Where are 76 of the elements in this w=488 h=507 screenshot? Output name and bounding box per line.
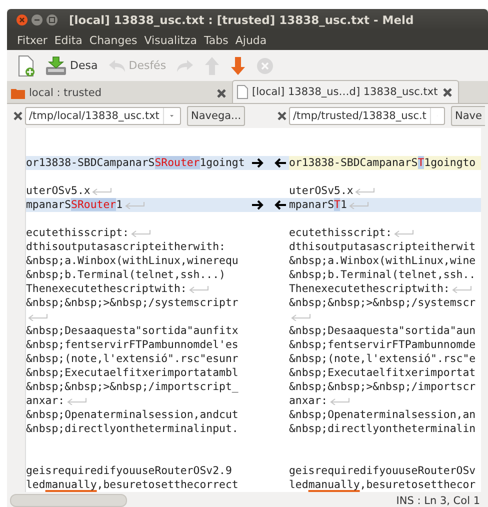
maximize-icon[interactable]: [46, 14, 58, 26]
tab-label: [local] 13838_us…d] 13838_usc.txt: [252, 86, 438, 98]
code-line: ecutethisscript:: [26, 226, 129, 240]
code-line: &nbsp;(note,l'extensió".rsc"e: [289, 352, 476, 366]
code-line: &nbsp;Openaterminalsession,andcut: [26, 408, 238, 422]
menu-item[interactable]: Edita: [51, 34, 86, 46]
code-line: &nbsp;Executaelfitxerimportat: [289, 366, 476, 380]
status-text: INS : Ln 3, Col 1: [396, 494, 480, 506]
browse-button[interactable]: Nave: [451, 106, 485, 126]
tab-label: local : trusted: [29, 87, 102, 99]
code-line: &nbsp;b.Terminal(telnet,ssh..: [289, 268, 476, 282]
code-line: &nbsp;directlyontheterminalin: [289, 422, 476, 436]
code-line: &nbsp;&nbsp;>&nbsp;/systemscriptr: [26, 296, 238, 310]
code-line: uterOSv5.x: [289, 184, 354, 198]
code-line: &nbsp;&nbsp;>&nbsp;/importscript_: [26, 380, 238, 394]
stop-icon: [256, 56, 274, 74]
code-line: ledmanually,besuretosetthecor: [289, 478, 476, 492]
code-line: mpanarST1: [289, 198, 347, 212]
code-line: dthisoutputasascripteitherwith:: [26, 240, 226, 254]
code-line: &nbsp;a.Winbox(withLinux,wine: [289, 254, 476, 268]
code-line: Thenexecutethescriptwith:: [26, 282, 187, 296]
code-line: uterOSv5.x: [26, 184, 90, 198]
code-line: Thenexecutethescriptwith:: [289, 282, 450, 296]
code-line: ecutethisscript:: [289, 226, 392, 240]
menu-item[interactable]: Changes: [86, 34, 140, 46]
code-line: &nbsp;b.Terminal(telnet,ssh...): [26, 268, 226, 282]
code-line: &nbsp;(note,l'extensió".rsc"esunr: [26, 352, 238, 366]
merge-left-arrow-icon[interactable]: [274, 158, 286, 168]
down-arrow-icon: [230, 56, 246, 76]
menu-item[interactable]: Tabs: [201, 34, 232, 46]
close-icon[interactable]: [442, 86, 453, 98]
close-icon[interactable]: [277, 111, 287, 121]
code-line: anxar:: [289, 394, 328, 408]
menu-item[interactable]: Visualitza: [141, 34, 200, 46]
menu-item[interactable]: Ajuda: [232, 34, 270, 46]
code-line: geisrequiredifyouuseRouterOSv: [289, 464, 476, 478]
code-line: &nbsp;Openaterminalsession,an: [289, 408, 476, 422]
code-line: &nbsp;fentservirFTPambunnomdel'es: [26, 338, 238, 352]
code-line: ledmanually,besuretosetthecorrect: [26, 478, 238, 492]
code-line: geisrequiredifyouuseRouterOSv2.9: [26, 464, 232, 478]
code-line: dthisoutputasascripteitherwit: [289, 240, 476, 254]
close-icon[interactable]: [216, 88, 227, 98]
path-combo[interactable]: /tmp/local/13838_usc.txt: [25, 107, 181, 125]
horizontal-scrollbar[interactable]: [10, 494, 127, 507]
minimize-icon[interactable]: [31, 14, 43, 26]
menu-item[interactable]: Fitxer: [14, 34, 50, 46]
tab[interactable]: [local] 13838_us…d] 13838_usc.txt: [232, 80, 459, 103]
save-button[interactable]: Desa: [41, 54, 102, 78]
code-line: &nbsp;Desaaquesta"sortida"aun: [289, 324, 476, 338]
merge-left-arrow-icon[interactable]: [274, 200, 286, 210]
folder-icon: [11, 87, 25, 99]
code-line: &nbsp;Executaelfitxerimportatambl: [26, 366, 238, 380]
code-line: or13838-SBDCampanarSSRouter1goingt: [26, 156, 245, 170]
code-line: anxar:: [26, 394, 65, 408]
code-line: &nbsp;&nbsp;>&nbsp;/systemscr: [289, 296, 476, 310]
code-line: &nbsp;&nbsp;>&nbsp;/importscr: [289, 380, 476, 394]
save-icon: [45, 56, 67, 76]
close-icon[interactable]: [13, 111, 23, 121]
code-line: or13838-SBDCampanarST1goingto: [289, 156, 476, 170]
code-line: mpanarSSRouter1: [26, 198, 123, 212]
close-icon[interactable]: [16, 14, 28, 26]
browse-button[interactable]: Navega...: [187, 106, 246, 126]
redo-icon: [176, 58, 194, 72]
undo-icon: [108, 58, 126, 72]
path-combo[interactable]: /tmp/trusted/13838_usc.t: [289, 107, 445, 125]
code-line: &nbsp;Desaaquesta"sortida"aunfitx: [26, 324, 238, 338]
merge-right-arrow-icon[interactable]: [252, 158, 264, 168]
document-icon: [237, 85, 248, 99]
code-line: &nbsp;fentservirFTPambunnomde: [289, 338, 476, 352]
new-document-icon: [17, 54, 35, 76]
code-line: &nbsp;directlyontheterminalinput.: [26, 422, 238, 436]
window-title: [local] 13838_usc.txt : [trusted] 13838_usc.txt - Meld: [69, 12, 414, 26]
tab[interactable]: local : trusted: [7, 83, 232, 103]
merge-right-arrow-icon[interactable]: [252, 200, 264, 210]
up-arrow-icon: [204, 56, 220, 76]
code-line: &nbsp;a.Winbox(withLinux,winerequ: [26, 254, 238, 268]
